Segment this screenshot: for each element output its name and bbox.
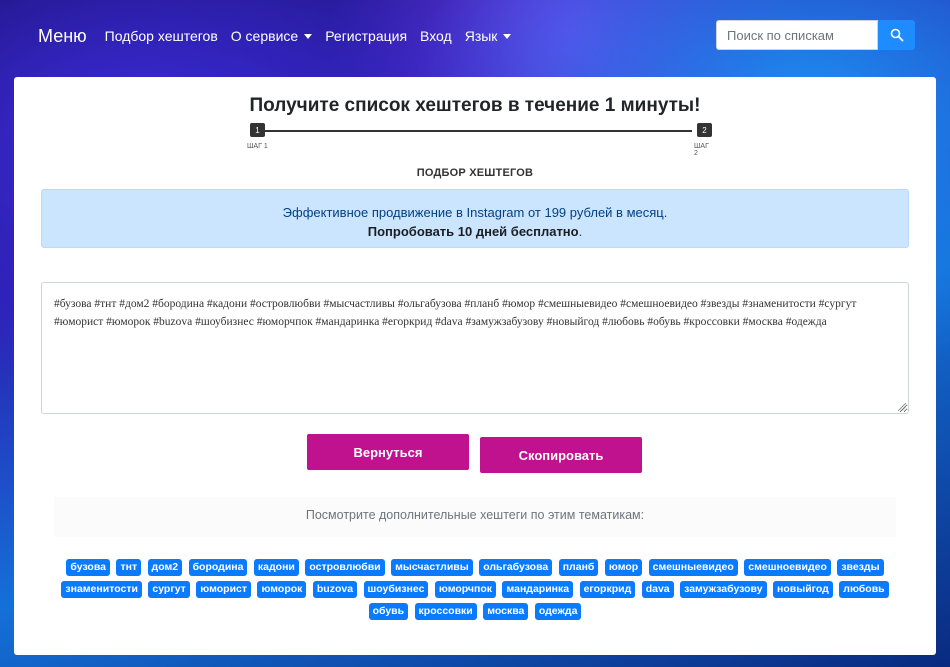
- tag-badge[interactable]: бородина: [188, 559, 248, 576]
- tag-badge[interactable]: островлюбви: [305, 559, 385, 576]
- search-button[interactable]: [878, 20, 915, 50]
- stepper: 1 2 ШАГ 1 ШАГ 2: [247, 123, 712, 157]
- tag-badge[interactable]: звезды: [837, 559, 884, 576]
- step-line: [258, 130, 692, 132]
- caret-down-icon: [503, 33, 512, 39]
- tag-badge[interactable]: смешноевидео: [744, 559, 831, 576]
- tag-badge[interactable]: новыйгод: [773, 581, 833, 598]
- tag-badge[interactable]: юморист: [196, 581, 252, 598]
- tag-badge[interactable]: одежда: [534, 603, 582, 620]
- tag-badge[interactable]: егоркрид: [579, 581, 636, 598]
- tag-badge[interactable]: москва: [483, 603, 529, 620]
- tag-badge[interactable]: смешныевидео: [648, 559, 738, 576]
- trial-link[interactable]: Попробовать 10 дней бесплатно: [368, 224, 579, 239]
- search-form: [716, 20, 915, 50]
- tag-badge[interactable]: buzova: [312, 581, 358, 598]
- tag-badge[interactable]: знаменитости: [61, 581, 142, 598]
- tag-cloud: бузова тнт дом2 бородина кадони островлю…: [52, 555, 898, 621]
- page-title: Получите список хештегов в течение 1 мин…: [249, 95, 701, 116]
- nav-link-language[interactable]: Язык: [465, 28, 512, 44]
- nav-link-label: О сервисе: [230, 28, 299, 44]
- caret-down-icon: [304, 33, 313, 39]
- step-2-label: ШАГ 2: [694, 143, 709, 157]
- nav-link-register[interactable]: Регистрация: [325, 28, 407, 44]
- search-input[interactable]: [716, 20, 878, 50]
- section-heading: ПОДБОР ХЕШТЕГОВ: [416, 167, 534, 179]
- tag-badge[interactable]: юморчпок: [434, 581, 497, 598]
- hashtag-textarea[interactable]: #бузова #тнт #дом2 #бородина #кадони #ос…: [41, 282, 909, 414]
- nav-link-login[interactable]: Вход: [420, 28, 452, 44]
- tag-badge[interactable]: юморок: [257, 581, 307, 598]
- tag-badge[interactable]: замужзабузову: [680, 581, 767, 598]
- tag-badge[interactable]: ольгабузова: [479, 559, 553, 576]
- tag-badge[interactable]: кадони: [253, 559, 299, 576]
- tag-badge[interactable]: шоубизнес: [363, 581, 429, 598]
- tag-badge[interactable]: мысчастливы: [391, 559, 473, 576]
- tag-badge[interactable]: dava: [641, 581, 674, 598]
- brand-menu[interactable]: Меню: [38, 26, 87, 47]
- tag-badge[interactable]: обувь: [368, 603, 409, 620]
- resize-handle-icon[interactable]: [898, 403, 906, 411]
- tag-badge[interactable]: сургут: [148, 581, 190, 598]
- search-icon: [890, 28, 903, 42]
- tag-badge[interactable]: дом2: [147, 559, 183, 576]
- nav-link-about[interactable]: О сервисе: [230, 28, 313, 44]
- alert-suffix: .: [578, 224, 583, 239]
- step-2-marker: 2: [697, 123, 712, 137]
- alert-line-1: Эффективное продвижение в Instagram от 1…: [282, 205, 668, 220]
- nav-link-label: Язык: [464, 28, 498, 44]
- main-card: Получите список хештегов в течение 1 мин…: [14, 77, 936, 655]
- nav-link-hashtag-picker[interactable]: Подбор хештегов: [105, 28, 218, 44]
- tag-badge[interactable]: любовь: [839, 581, 889, 598]
- step-1-marker: 1: [250, 123, 265, 137]
- hashtag-text: #бузова #тнт #дом2 #бородина #кадони #ос…: [54, 298, 857, 328]
- promo-alert: Эффективное продвижение в Instagram от 1…: [41, 189, 909, 248]
- nav-link-label: Подбор хештегов: [104, 28, 218, 44]
- step-1-label: ШАГ 1: [247, 143, 268, 150]
- more-topics-text: Посмотрите дополнительные хештеги по эти…: [305, 508, 645, 522]
- tag-badge[interactable]: мандаринка: [502, 581, 574, 598]
- tag-badge[interactable]: юмор: [604, 559, 643, 576]
- tag-badge[interactable]: тнт: [116, 559, 142, 576]
- nav-link-label: Вход: [420, 28, 452, 44]
- tag-badge[interactable]: бузова: [66, 559, 110, 576]
- copy-button[interactable]: Скопировать: [480, 437, 642, 473]
- alert-line-2: Попробовать 10 дней бесплатно.: [42, 222, 908, 241]
- tag-badge[interactable]: планб: [558, 559, 599, 576]
- tag-badge[interactable]: кроссовки: [414, 603, 477, 620]
- nav-link-label: Регистрация: [325, 28, 408, 44]
- back-button[interactable]: Вернуться: [307, 434, 469, 470]
